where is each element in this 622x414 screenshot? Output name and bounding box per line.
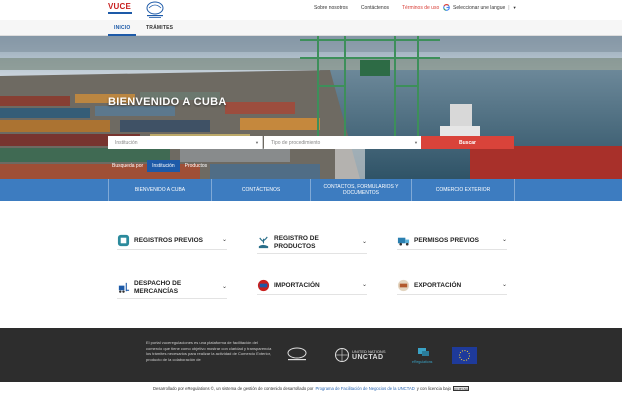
band-item-welcome[interactable]: BIENVENIDO A CUBA <box>108 179 211 201</box>
link-about[interactable]: Sobre nosotros <box>314 5 348 11</box>
license-badge[interactable]: CC BY-SA <box>452 385 469 391</box>
procedure-placeholder: Tipo de procedimiento <box>271 139 321 146</box>
chevron-down-icon: ⌄ <box>361 282 367 288</box>
credits-prefix: Desarrollado por eRegulations ©, un sist… <box>153 385 314 391</box>
search-button[interactable]: Buscar <box>421 136 514 149</box>
link-terms[interactable]: Términos de uso <box>402 5 439 11</box>
unctad-logo-text[interactable]: UNCTAD <box>352 354 383 361</box>
un-emblem-icon <box>335 348 349 362</box>
card-importacion[interactable]: IMPORTACIÓN ⌄ <box>257 277 367 295</box>
top-bar: VUCE Sobre nosotros Contáctenos Términos… <box>0 0 622 20</box>
search-by-label: Busqueda por <box>112 163 144 169</box>
card-registro-productos[interactable]: REGISTRO DE PRODUCTOS ⌄ <box>257 232 367 254</box>
certificate-icon <box>117 234 130 247</box>
tab-products[interactable]: Productos <box>180 160 213 172</box>
chevron-down-icon: ⌄ <box>361 239 367 245</box>
band-item-foreign-trade[interactable]: COMERCIO EXTERIOR <box>411 179 515 201</box>
google-icon <box>443 4 450 11</box>
ministry-emblem-icon[interactable] <box>142 1 168 19</box>
quick-links-band: BIENVENIDO A CUBA CONTÁCTENOS CONTACTOS,… <box>0 179 622 201</box>
footer-description: El portal vuceregulaciones es una plataf… <box>146 340 272 362</box>
port-photo <box>0 36 622 179</box>
chevron-down-icon: ▼ <box>414 140 418 145</box>
credits-suffix: y con licencia bajo <box>416 385 451 391</box>
band-item-contact[interactable]: CONTÁCTENOS <box>211 179 310 201</box>
hand-plant-icon <box>258 236 269 249</box>
credits-bar: Desarrollado por eRegulations ©, un sist… <box>0 382 622 394</box>
eu-flag-icon[interactable] <box>452 347 477 364</box>
main-nav: INICIO TRÁMITES <box>0 20 622 36</box>
chevron-down-icon: ⌄ <box>501 237 507 243</box>
card-registros-previos[interactable]: REGISTROS PREVIOS ⌄ <box>117 232 227 250</box>
link-contact[interactable]: Contáctenos <box>361 5 389 11</box>
search-tabs: Busqueda por Institución Productos <box>108 160 212 172</box>
institution-placeholder: Institución <box>115 139 138 146</box>
band-item-forms[interactable]: CONTACTOS, FORMULARIOS Y DOCUMENTOS <box>310 179 411 201</box>
chevron-down-icon: ⌄ <box>501 282 507 288</box>
card-despacho-mercancias[interactable]: DESPACHO DE MERCANCÍAS ⌄ <box>117 277 227 299</box>
card-permisos-previos[interactable]: PERMISOS PREVIOS ⌄ <box>397 232 507 250</box>
hero-title: BIENVENIDO A CUBA <box>108 96 227 108</box>
language-label: Seleccionar une langue <box>453 4 506 11</box>
card-exportacion[interactable]: EXPORTACIÓN ⌄ <box>397 277 507 295</box>
forklift-icon <box>118 282 130 293</box>
export-badge-icon <box>397 279 410 292</box>
procedure-type-select[interactable]: Tipo de procedimiento ▼ <box>264 136 421 149</box>
credits-link[interactable]: Programa de Facilitación de Negocios de … <box>315 386 414 391</box>
ministry-logo-icon[interactable] <box>284 346 310 364</box>
top-links: Sobre nosotros Contáctenos Términos de u… <box>314 5 439 11</box>
tab-tramites[interactable]: TRÁMITES <box>146 25 173 31</box>
hero-banner: BIENVENIDO A CUBA Busqueda por Instituci… <box>0 36 622 179</box>
chevron-down-icon: ▼ <box>512 5 517 10</box>
chevron-down-icon: ▼ <box>255 140 259 145</box>
procedure-cards: REGISTROS PREVIOS ⌄ REGISTRO DE PRODUCTO… <box>0 201 622 328</box>
separator: | <box>508 4 510 11</box>
eregulations-logo-icon[interactable] <box>414 348 434 360</box>
footer: El portal vuceregulaciones es una plataf… <box>0 328 622 382</box>
import-badge-icon <box>257 279 270 292</box>
eregulations-text: eRegulations <box>412 360 433 364</box>
tab-institution[interactable]: Institución <box>147 160 180 172</box>
vuce-logo[interactable]: VUCE <box>108 2 132 18</box>
truck-icon <box>397 237 410 246</box>
institution-select[interactable]: Institución ▼ <box>108 136 263 149</box>
chevron-down-icon: ⌄ <box>221 237 227 243</box>
tab-inicio[interactable]: INICIO <box>114 25 130 31</box>
chevron-down-icon: ⌄ <box>221 284 227 290</box>
language-selector[interactable]: Seleccionar une langue | ▼ <box>443 4 517 11</box>
